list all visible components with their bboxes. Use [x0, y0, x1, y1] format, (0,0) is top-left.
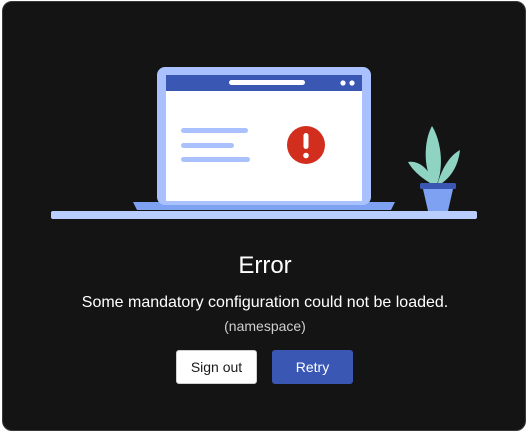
window-dot — [349, 80, 355, 86]
dialog-title: Error — [238, 252, 292, 279]
error-dialog: Error Some mandatory configuration could… — [2, 1, 526, 431]
sign-out-button[interactable]: Sign out — [176, 350, 257, 384]
text-line — [181, 128, 248, 133]
plant-icon — [408, 126, 460, 211]
laptop-icon — [133, 67, 395, 210]
error-message: Some mandatory configuration could not b… — [81, 294, 449, 311]
text-line — [181, 143, 234, 148]
address-bar — [229, 80, 305, 85]
laptop-screen — [166, 75, 362, 201]
error-detail: (namespace) — [224, 318, 306, 334]
text-line — [181, 157, 250, 162]
pot-body — [423, 189, 453, 211]
pot-rim — [420, 183, 456, 189]
error-icon — [287, 126, 325, 164]
window-dot — [340, 80, 346, 86]
desk-surface — [51, 211, 477, 219]
error-illustration — [51, 67, 477, 219]
retry-button[interactable]: Retry — [272, 350, 353, 384]
